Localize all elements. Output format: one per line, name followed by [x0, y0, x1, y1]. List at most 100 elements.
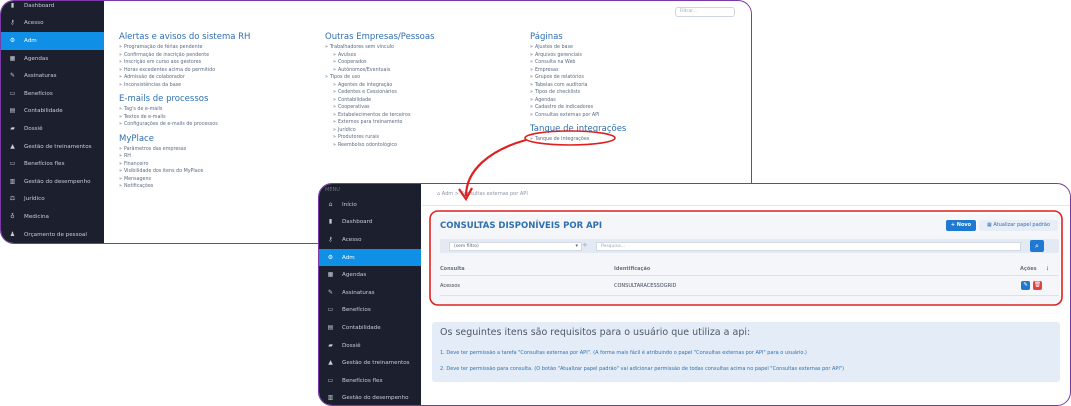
sidebar-item-agendas[interactable]: ▦ Agendas: [319, 266, 421, 284]
menu-link[interactable]: Parâmetros das empresas: [119, 146, 250, 154]
menu-link[interactable]: Trabalhadores sem vínculo: [325, 44, 435, 52]
sidebar-item-label: Benefícios: [24, 90, 53, 97]
menu-link[interactable]: Inconsistências da base: [119, 82, 250, 90]
menu-link[interactable]: Jurídico: [325, 127, 435, 135]
sidebar-item-label: Benefícios flex: [342, 377, 383, 384]
menu-link[interactable]: Mensagens: [119, 176, 250, 184]
menu-link[interactable]: Contabilidade: [325, 97, 435, 105]
sidebar-item-medicina[interactable]: ♁ Medicina: [1, 208, 104, 226]
pen-icon: ✎: [327, 288, 334, 296]
menu-link[interactable]: Inscrição em curso aos gestores: [119, 59, 250, 67]
row-divider: [440, 275, 1059, 276]
col-header-identificacao[interactable]: Identificação: [614, 266, 650, 272]
menu-link[interactable]: Tanque de integrações: [530, 136, 626, 144]
sidebar-item-label: Contabilidade: [24, 108, 63, 115]
update-role-button[interactable]: ▦ Atualizar papel padrão: [979, 220, 1058, 231]
sidebar-item-acesso[interactable]: ⚷ Acesso: [1, 15, 104, 33]
column-menu-icon[interactable]: ⋮: [1045, 266, 1050, 272]
search-input[interactable]: Pesquisa...: [596, 242, 1021, 251]
sidebar-item-beneficios[interactable]: ▭ Benefícios: [319, 302, 421, 320]
menu-link[interactable]: Tipos de checklists: [530, 89, 626, 97]
menu-link[interactable]: Cedentes e Cessionários: [325, 89, 435, 97]
pencil-icon: ✎: [1023, 282, 1028, 288]
sidebar-item-gestao-do-desempenho[interactable]: ▥ Gestão do desempenho: [1, 173, 104, 191]
sidebar-item-beneficios-flex[interactable]: ▭ Benefícios flex: [1, 155, 104, 173]
home-icon[interactable]: ⌂: [437, 191, 440, 197]
menu-link[interactable]: Tabelas com auditoria: [530, 82, 626, 90]
menu-link[interactable]: Estabelecimentos de terceiros: [325, 112, 435, 120]
menu-link[interactable]: Consulta na Web: [530, 59, 626, 67]
page-title: CONSULTAS DISPONÍVEIS POR API: [440, 221, 603, 231]
menu-link[interactable]: Reembolso odontológico: [325, 142, 435, 150]
menu-link[interactable]: Cooperativas: [325, 104, 435, 112]
menu-link[interactable]: Consultas externas por API: [530, 112, 626, 120]
sidebar-item-beneficios-flex[interactable]: ▭ Benefícios flex: [319, 372, 421, 390]
menu-link[interactable]: Programação de férias pendente: [119, 44, 250, 52]
menu-link[interactable]: Visibilidade dos itens do MyPlace: [119, 168, 250, 176]
sidebar-item-contabilidade[interactable]: ▤ Contabilidade: [1, 103, 104, 121]
sidebar-item-label: Dashboard: [24, 2, 55, 9]
menu-link[interactable]: Tipos de uso: [325, 74, 435, 82]
sidebar-item-label: Início: [342, 201, 357, 208]
sidebar-item-gestao-de-treinamentos[interactable]: ▲ Gestão de treinamentos: [1, 138, 104, 156]
menu-link[interactable]: Empresas: [530, 67, 626, 75]
sidebar-item-dossie[interactable]: ▰ Dossiê: [319, 337, 421, 355]
delete-button[interactable]: 🗑: [1033, 281, 1042, 290]
menu-link[interactable]: Confirmação de inscrição pendente: [119, 52, 250, 60]
search-button[interactable]: ⌕: [1030, 240, 1044, 252]
menu-link[interactable]: Agendas: [530, 97, 626, 105]
menu-link[interactable]: Financeiro: [119, 161, 250, 169]
menu-link[interactable]: Avulsos: [325, 52, 435, 60]
col-header-acoes: Ações: [1020, 266, 1037, 272]
filter-input[interactable]: Filtrar...: [675, 7, 735, 17]
sidebar-item-label: Dossiê: [342, 342, 361, 349]
sidebar-item-assinaturas[interactable]: ✎ Assinaturas: [1, 67, 104, 85]
sidebar-item-agendas[interactable]: ▦ Agendas: [1, 50, 104, 68]
sidebar-item-contabilidade[interactable]: ▤ Contabilidade: [319, 319, 421, 337]
edit-button[interactable]: ✎: [1021, 281, 1030, 290]
menu-link[interactable]: Grupos de relatórios: [530, 74, 626, 82]
sidebar-item-inicio[interactable]: ⌂ Início: [319, 196, 421, 214]
calendar-icon: ▦: [327, 271, 334, 279]
sidebar-item-beneficios[interactable]: ▭ Benefícios: [1, 85, 104, 103]
filter-select[interactable]: (sem filtro) ▾: [449, 242, 582, 251]
add-filter-icon[interactable]: +: [582, 241, 588, 249]
menu-link[interactable]: Externos para treinamento: [325, 119, 435, 127]
sidebar-item-adm[interactable]: ⚙ Adm: [1, 32, 104, 50]
menu-link[interactable]: Tag's de e-mails: [119, 106, 250, 114]
menu-link[interactable]: Configurações de e-mails de processos: [119, 121, 250, 129]
menu-link[interactable]: Agentes de integração: [325, 82, 435, 90]
sidebar-item-label: Agendas: [342, 272, 367, 279]
sidebar-item-dossie[interactable]: ▰ Dossiê: [1, 120, 104, 138]
menu-link[interactable]: Arquivos gerenciais: [530, 52, 626, 60]
sidebar-item-assinaturas[interactable]: ✎ Assinaturas: [319, 284, 421, 302]
search-icon: ⌕: [1035, 242, 1039, 250]
menu-link[interactable]: Cooperados: [325, 59, 435, 67]
sidebar-item-orcamento-de-pessoal[interactable]: ♟ Orçamento de pessoal: [1, 226, 104, 243]
gear-icon: ⚙: [327, 253, 334, 261]
chevron-down-icon: ▾: [575, 243, 578, 249]
menu-link[interactable]: Textos de e-mails: [119, 114, 250, 122]
sidebar-item-label: Benefícios: [342, 307, 371, 314]
menu-link[interactable]: Admissão de colaborador: [119, 74, 250, 82]
col-header-consulta[interactable]: Consulta: [440, 266, 465, 272]
new-button[interactable]: + Novo: [946, 220, 976, 231]
sidebar-item-adm[interactable]: ⚙ Adm: [319, 248, 421, 267]
sidebar-item-dashboard[interactable]: ▮ Dashboard: [1, 1, 104, 15]
filter-select-value: (sem filtro): [454, 244, 479, 249]
sidebar-item-acesso[interactable]: ⚷ Acesso: [319, 231, 421, 249]
sidebar-item-gestao-de-treinamentos[interactable]: ▲ Gestão de treinamentos: [319, 354, 421, 372]
menu-link[interactable]: Ajustes de base: [530, 44, 626, 52]
menu-link[interactable]: Autônomos/Eventuais: [325, 67, 435, 75]
sidebar-item-dashboard[interactable]: ▮ Dashboard: [319, 214, 421, 232]
sidebar-item-gestao-do-desempenho[interactable]: ▥ Gestão do desempenho: [319, 390, 421, 405]
gear-icon: ⚙: [9, 36, 16, 44]
menu-link[interactable]: Horas excedentes acima do permitido: [119, 67, 250, 75]
sidebar-item-juridico[interactable]: ⚖ Jurídico: [1, 191, 104, 209]
menu-link[interactable]: Notificações: [119, 183, 250, 191]
key-icon: ⚷: [328, 235, 333, 243]
menu-link[interactable]: Produtores rurais: [325, 134, 435, 142]
folder-icon: ▰: [328, 341, 333, 349]
menu-link[interactable]: RH: [119, 153, 250, 161]
menu-link[interactable]: Cadastro de indicadores: [530, 104, 626, 112]
